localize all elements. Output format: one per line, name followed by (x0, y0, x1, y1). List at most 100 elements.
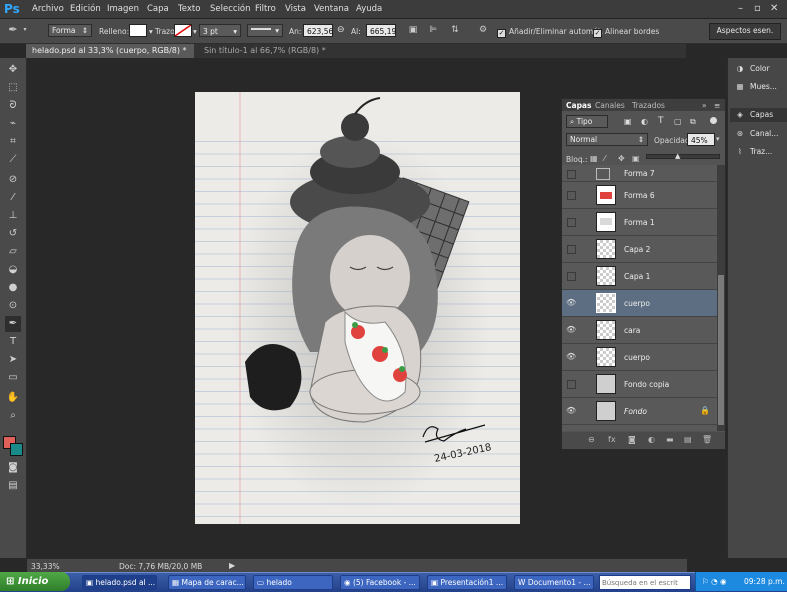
opacity-slider[interactable] (646, 154, 720, 159)
desktop-search-input[interactable] (599, 575, 691, 590)
layer-filter-select[interactable]: ⌕ Tipo (566, 115, 608, 128)
stroke-swatch[interactable] (174, 24, 192, 37)
task-folder[interactable]: ▭ helado (253, 575, 333, 590)
dodge-tool-icon[interactable]: ⊙ (5, 298, 21, 314)
layer-row-cara[interactable]: 👁 cara (562, 317, 717, 344)
dock-swatches[interactable]: ▦ Mues... (734, 82, 776, 91)
shape-tool-icon[interactable]: ▭ (5, 370, 21, 386)
filter-shape-icon[interactable]: ▢ (674, 117, 682, 126)
opacity-slider-thumb[interactable]: ▲ (675, 152, 680, 160)
quick-selection-tool-icon[interactable]: ⌁ (5, 116, 21, 132)
layer-row-capa-1[interactable]: Capa 1 (562, 263, 717, 290)
pen-tool-icon[interactable]: ✒ (8, 24, 18, 35)
tab-trazados[interactable]: Trazados (632, 101, 665, 110)
tab-canales[interactable]: Canales (595, 101, 625, 110)
task-powerpoint[interactable]: ▣ Presentación1 ... (427, 575, 507, 590)
background-color-swatch[interactable] (10, 443, 23, 456)
layer-row-fondo[interactable]: 👁 Fondo 🔒 (562, 398, 717, 425)
workspace-select[interactable]: Aspectos esen. (709, 23, 781, 40)
width-input[interactable]: 623,56 (303, 24, 333, 37)
task-word[interactable]: W Documento1 - ... (514, 575, 594, 590)
lock-all-icon[interactable]: ▣ (632, 154, 640, 163)
menu-texto[interactable]: Texto (178, 4, 200, 14)
path-arrangement-icon[interactable]: ⇅ (450, 25, 460, 35)
link-icon[interactable]: ⊖ (337, 25, 345, 35)
brush-tool-icon[interactable]: ⁄ (5, 190, 21, 206)
fill-swatch[interactable] (129, 24, 147, 37)
menu-capa[interactable]: Capa (147, 4, 169, 14)
opacity-input[interactable]: 45% (687, 133, 715, 146)
eyedropper-tool-icon[interactable]: ⟋ (5, 152, 21, 168)
visibility-toggle[interactable] (567, 245, 576, 254)
minimize-icon[interactable]: – (738, 3, 743, 14)
clock[interactable]: 09:28 p.m. (744, 572, 785, 591)
layer-row-forma-1[interactable]: Forma 1 (562, 209, 717, 236)
close-icon[interactable]: ✕ (770, 3, 778, 14)
stroke-size-select[interactable]: 3 pt ▾ (199, 24, 241, 37)
chevron-down-icon[interactable]: ▾ (149, 27, 153, 36)
tab-capas[interactable]: Capas (566, 101, 591, 110)
fx-icon[interactable]: fx (608, 435, 616, 444)
hand-tool-icon[interactable]: ✋ (5, 390, 21, 406)
align-edges-checkbox[interactable]: ✓ Alinear bordes (593, 27, 659, 38)
menu-ayuda[interactable]: Ayuda (356, 4, 382, 14)
clone-stamp-tool-icon[interactable]: ⊥ (5, 208, 21, 224)
visibility-toggle[interactable] (567, 170, 576, 179)
eye-icon[interactable]: 👁 (566, 352, 576, 361)
tray-icons[interactable]: ⚐ ◔ ◉ (702, 577, 727, 586)
crop-tool-icon[interactable]: ⌗ (5, 134, 21, 150)
dock-layers[interactable]: ◈ Capas (730, 108, 787, 122)
document-canvas[interactable]: 24-03-2018 (195, 92, 520, 524)
zoom-tool-icon[interactable]: ⌕ (5, 408, 21, 424)
collapse-icon[interactable]: » (702, 101, 707, 110)
auto-add-delete-checkbox[interactable]: ✓ Añadir/Eliminar automát. (497, 27, 603, 38)
filter-toggle-icon[interactable] (710, 117, 717, 124)
chevron-down-icon[interactable]: ▾ (716, 135, 720, 143)
dock-paths[interactable]: ⌇ Traz... (734, 147, 772, 156)
menu-ventana[interactable]: Ventana (314, 4, 349, 14)
link-layers-icon[interactable]: ⊖ (588, 435, 595, 444)
task-chrome[interactable]: ◉ (5) Facebook - ... (340, 575, 420, 590)
layer-row-fondo-copia[interactable]: Fondo copia (562, 371, 717, 398)
visibility-toggle[interactable] (567, 380, 576, 389)
layer-row-cuerpo[interactable]: 👁 cuerpo (562, 344, 717, 371)
menu-vista[interactable]: Vista (285, 4, 306, 14)
path-alignment-icon[interactable]: ⊫ (428, 25, 438, 35)
healing-brush-tool-icon[interactable]: ⊘ (5, 172, 21, 188)
chevron-down-icon[interactable]: ▾ (193, 27, 197, 36)
blur-tool-icon[interactable]: ● (5, 280, 21, 296)
eye-icon[interactable]: 👁 (566, 325, 576, 334)
filter-type-icon[interactable]: T (658, 116, 664, 126)
path-operations-icon[interactable]: ▣ (408, 25, 418, 35)
panel-menu-icon[interactable]: ≡ (714, 101, 720, 110)
zoom-level[interactable]: 33,33% (31, 562, 60, 571)
stroke-type-select[interactable]: ▾ (247, 24, 283, 37)
visibility-toggle[interactable] (567, 272, 576, 281)
adjustment-layer-icon[interactable]: ◐ (648, 435, 655, 444)
start-button[interactable]: ⊞ Inicio (0, 572, 70, 591)
gear-icon[interactable]: ⚙ (478, 25, 488, 35)
lock-transparency-icon[interactable]: ▦ (590, 154, 598, 163)
eye-icon[interactable]: 👁 (566, 298, 576, 307)
lock-pixels-icon[interactable]: ⁄ (604, 154, 605, 163)
history-brush-tool-icon[interactable]: ↺ (5, 226, 21, 242)
task-photoshop[interactable]: ▣ helado.psd al ... (82, 575, 157, 590)
task-charmap[interactable]: ▦ Mapa de carac... (168, 575, 246, 590)
eraser-tool-icon[interactable]: ▱ (5, 244, 21, 260)
screen-mode-icon[interactable]: ▤ (5, 478, 21, 494)
layer-row-forma-7[interactable]: Forma 7 (562, 165, 717, 182)
tab-helado[interactable]: helado.psd al 33,3% (cuerpo, RGB/8) * (26, 44, 194, 58)
move-tool-icon[interactable]: ✥ (5, 62, 21, 78)
dock-channels[interactable]: ⊛ Canal... (734, 129, 779, 138)
visibility-toggle[interactable] (567, 191, 576, 200)
menu-seleccion[interactable]: Selección (210, 4, 251, 14)
lock-position-icon[interactable]: ✥ (618, 154, 625, 163)
trash-icon[interactable]: 🗑 (702, 435, 712, 444)
path-selection-tool-icon[interactable]: ➤ (5, 352, 21, 368)
layer-row-forma-6[interactable]: Forma 6 (562, 182, 717, 209)
status-menu-icon[interactable]: ▶ (229, 561, 235, 570)
chevron-down-icon[interactable]: ▾ (20, 25, 30, 35)
filter-adjustment-icon[interactable]: ◐ (641, 117, 648, 126)
layer-row-cuerpo-selected[interactable]: 👁 cuerpo (562, 290, 717, 317)
quick-mask-icon[interactable]: ◙ (5, 460, 21, 476)
